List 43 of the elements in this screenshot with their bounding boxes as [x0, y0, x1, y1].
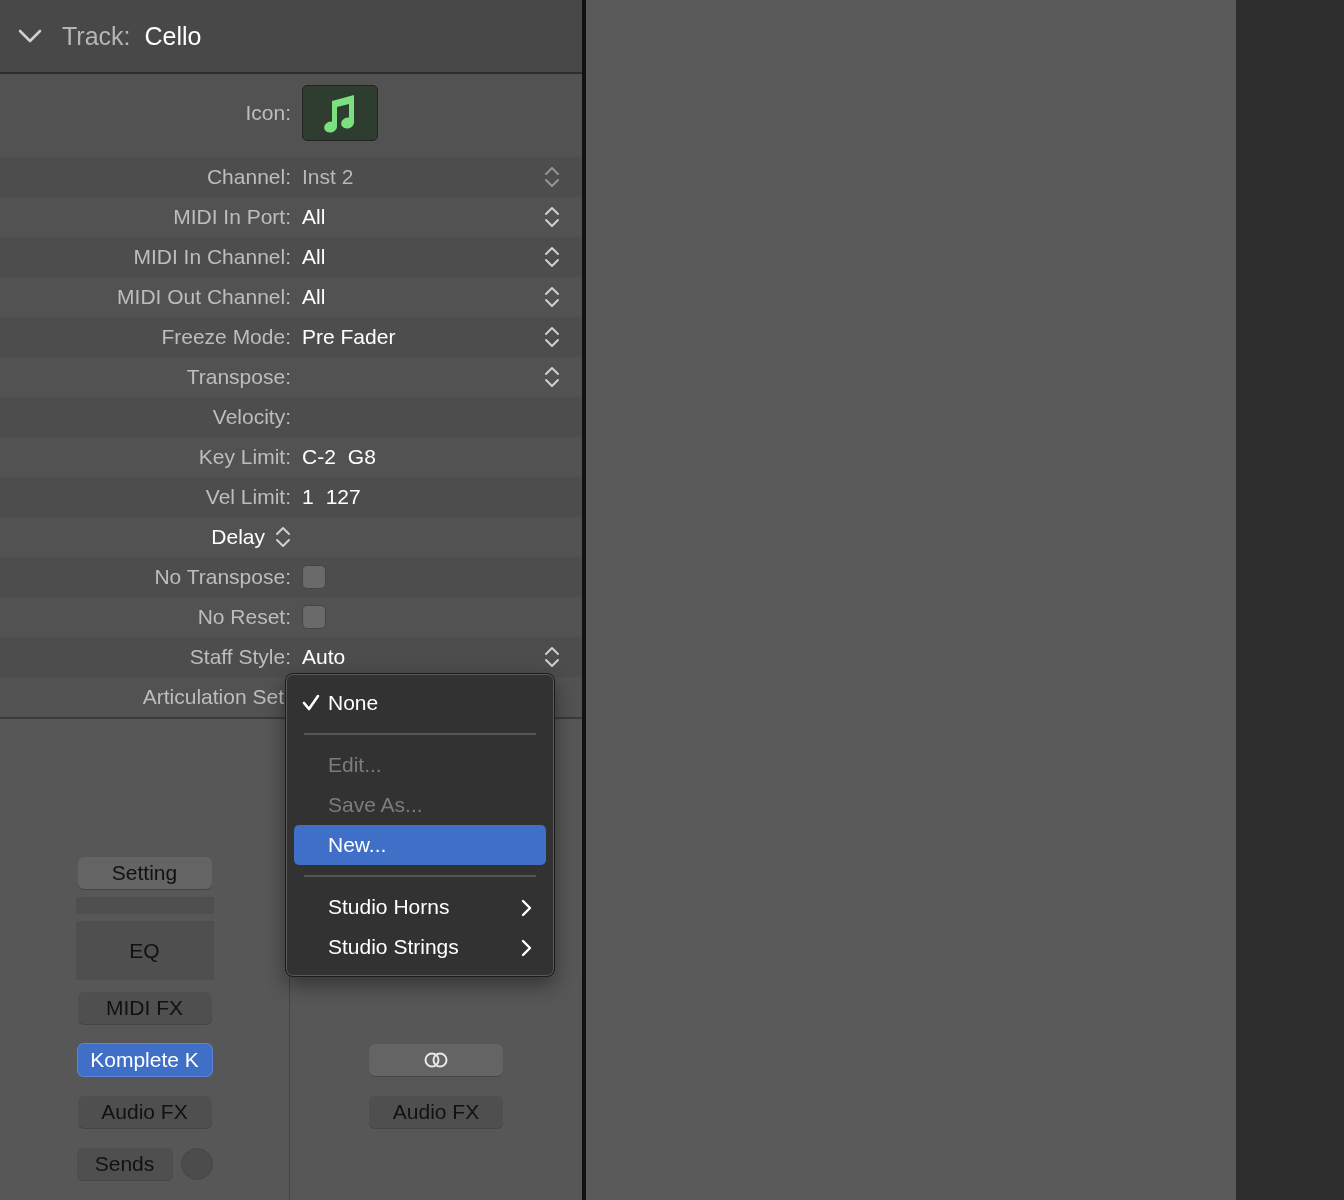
popup-value[interactable]: All — [302, 205, 326, 229]
popup-value[interactable]: Pre Fader — [302, 325, 396, 349]
stepper-icon[interactable] — [544, 285, 560, 309]
field-label: Icon: — [244, 100, 291, 125]
stepper-icon[interactable] — [544, 205, 560, 229]
field-label: Key Limit: — [197, 445, 291, 469]
range-value[interactable]: G8 — [347, 445, 376, 469]
menu-item[interactable]: Studio Horns — [294, 887, 546, 927]
range-value[interactable]: C-2 — [302, 445, 336, 469]
field-label: MIDI In Channel: — [132, 245, 291, 269]
stepper-icon[interactable] — [544, 365, 560, 389]
menu-item[interactable]: Studio Strings — [294, 927, 546, 967]
popup-value[interactable]: All — [302, 285, 326, 309]
plugin-button[interactable]: Komplete K — [77, 1044, 212, 1076]
field-label: MIDI In Port: — [172, 205, 291, 229]
range-value[interactable]: 1 — [302, 485, 314, 509]
field-label: MIDI Out Channel: — [116, 285, 291, 309]
checkbox[interactable] — [302, 565, 326, 589]
field-label: Articulation Set — [141, 685, 284, 709]
field-label: Transpose: — [185, 365, 291, 389]
menu-item[interactable]: New... — [294, 825, 546, 865]
field-label: Freeze Mode: — [160, 325, 291, 349]
stepper-icon[interactable] — [275, 525, 291, 549]
link-button[interactable] — [369, 1044, 503, 1076]
stepper-icon[interactable] — [544, 645, 560, 669]
field-label: No Transpose: — [153, 565, 291, 589]
delay-popup[interactable]: Delay — [211, 525, 265, 549]
track-label: Track: — [62, 21, 131, 51]
field-label: Velocity: — [211, 405, 291, 429]
field-label: Vel Limit: — [204, 485, 291, 509]
field-label: Channel: — [205, 165, 291, 189]
popup-value[interactable]: All — [302, 245, 326, 269]
track-icon-button[interactable] — [302, 84, 378, 141]
popup-value[interactable]: Auto — [302, 645, 346, 669]
stepper-icon[interactable] — [544, 325, 560, 349]
checkbox[interactable] — [302, 605, 326, 629]
linked-rings-icon — [423, 1052, 449, 1068]
field-label: Staff Style: — [188, 645, 291, 669]
stepper-icon[interactable] — [544, 245, 560, 269]
menu-item[interactable]: None — [294, 683, 546, 723]
field-label: No Reset: — [196, 605, 291, 629]
track-name: Cello — [144, 21, 202, 51]
range-value[interactable]: 127 — [325, 485, 361, 509]
